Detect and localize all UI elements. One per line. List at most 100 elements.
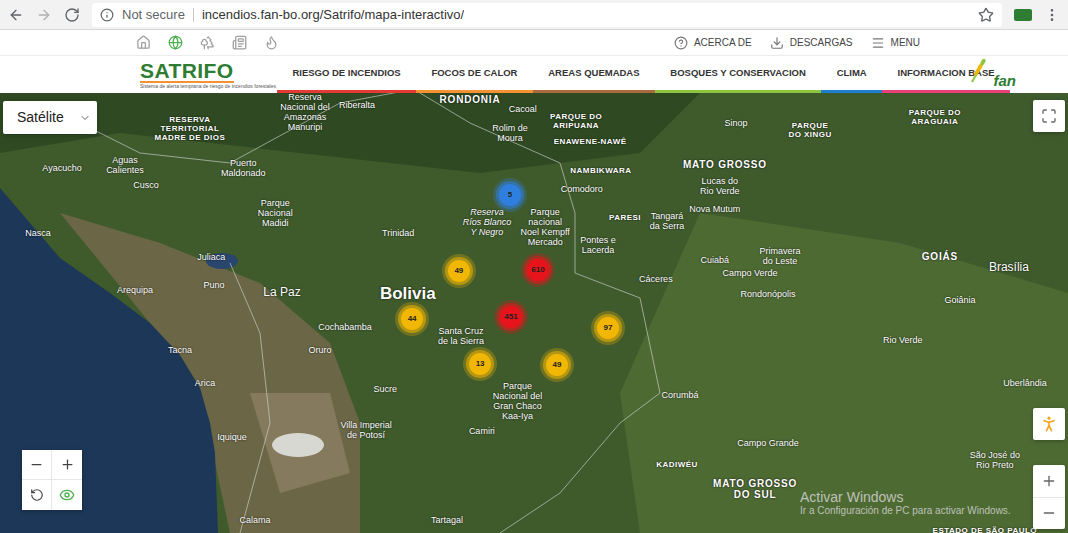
- topbar-link[interactable]: DESCARGAS: [770, 35, 853, 50]
- tool-reset[interactable]: [22, 480, 52, 510]
- map-label: Nasca: [25, 228, 51, 238]
- address-bar[interactable]: Not secure incendios.fan-bo.org/Satrifo/m…: [92, 3, 1002, 27]
- forward-icon[interactable]: [36, 7, 52, 23]
- map-label: Villa Imperial de Potosí: [340, 420, 391, 440]
- extension-icon[interactable]: [1014, 9, 1032, 21]
- nav-item[interactable]: RIESGO DE INCENDIOS: [277, 56, 416, 93]
- news-icon[interactable]: [232, 35, 247, 50]
- bookmark-star-icon[interactable]: [978, 7, 994, 23]
- map-label: Campo Verde: [723, 268, 778, 278]
- map-label: Comodoro: [561, 184, 603, 194]
- map-label: Rio Verde: [883, 335, 923, 345]
- minus-icon: [29, 457, 44, 472]
- topbar-link[interactable]: MENU: [871, 35, 920, 50]
- home-icon[interactable]: [136, 35, 151, 50]
- map-label: Santa Cruz de la Sierra: [438, 326, 484, 346]
- map-label: Goiânia: [945, 295, 976, 305]
- globe-icon[interactable]: [168, 35, 183, 50]
- map-label: Tacna: [168, 345, 192, 355]
- fire-cluster-marker[interactable]: 97: [597, 317, 619, 339]
- security-label: Not secure: [122, 5, 185, 25]
- map-label: NAMBIKWARA: [570, 165, 631, 174]
- satrifo-logo[interactable]: SATRIFOSistema de alerta temprana de rie…: [140, 56, 236, 93]
- map-label: PARQUE DO ARIPUANA: [550, 112, 602, 130]
- zoom-out-button[interactable]: [1033, 498, 1065, 530]
- fire-cluster-marker[interactable]: 5: [499, 184, 521, 206]
- map-label: Pontes e Lacerda: [580, 235, 616, 255]
- forest-icon[interactable]: [200, 35, 215, 50]
- site-topbar: ACERCA DE DESCARGAS MENU: [0, 30, 1068, 56]
- map-label: MATO GROSSO: [683, 159, 767, 170]
- map-label: Riberalta: [339, 100, 375, 110]
- reload-icon[interactable]: [64, 7, 80, 23]
- map-label: PARQUE DO XINGU: [788, 121, 831, 139]
- tool-visibility[interactable]: [52, 480, 82, 510]
- plus-icon: [60, 457, 75, 472]
- topbar-link[interactable]: ACERCA DE: [674, 35, 752, 50]
- map-label: Campo Grande: [737, 438, 799, 448]
- map-label: Trinidad: [382, 228, 414, 238]
- info-icon[interactable]: [100, 8, 114, 22]
- zoom-in-button[interactable]: [1033, 465, 1065, 498]
- fire-cluster-marker[interactable]: 44: [401, 308, 423, 330]
- eye-icon: [59, 487, 75, 503]
- layer-select[interactable]: Satélite: [3, 101, 97, 134]
- wheat-icon: [968, 58, 990, 84]
- fire-cluster-marker[interactable]: 610: [527, 259, 549, 281]
- fire-cluster-marker[interactable]: 451: [500, 306, 522, 328]
- map-label: Puno: [204, 280, 225, 290]
- fire-cluster-marker[interactable]: 13: [469, 353, 491, 375]
- nav-item[interactable]: BOSQUES Y CONSERVACION: [655, 56, 821, 93]
- fullscreen-button[interactable]: [1033, 100, 1065, 132]
- map-label: Tangará da Serra: [650, 211, 685, 231]
- map-label: RESERVA TERRITORIAL MADRE DE DIOS: [155, 114, 226, 141]
- nav-item[interactable]: INFORMACION BASE: [882, 56, 1010, 93]
- main-nav: RIESGO DE INCENDIOSFOCOS DE CALORAREAS Q…: [277, 56, 1010, 93]
- nav-item[interactable]: CLIMA: [821, 56, 882, 93]
- map-label: ENAWENE-NAWÊ: [554, 137, 627, 146]
- map-label: Iquique: [217, 432, 247, 442]
- pegman-icon: [1039, 413, 1059, 435]
- plus-icon: [1041, 473, 1057, 489]
- map-label: Sinop: [725, 118, 748, 128]
- dropdown-caret-icon: [79, 112, 91, 124]
- map-label: PARESI: [609, 212, 641, 221]
- map-label: Primavera do Leste: [759, 246, 800, 266]
- map-label: Arica: [195, 378, 216, 388]
- map-label: Parque nacional Noel Kempff Mercado: [520, 207, 569, 247]
- back-icon[interactable]: [8, 7, 24, 23]
- fire-icon[interactable]: [264, 35, 279, 50]
- fire-cluster-marker[interactable]: 49: [448, 260, 470, 282]
- tool-zoom-out[interactable]: [22, 450, 52, 480]
- map-label: Tartagal: [431, 515, 463, 525]
- url: incendios.fan-bo.org/Satrifo/mapa-intera…: [202, 5, 464, 25]
- minus-icon: [1041, 505, 1057, 521]
- interactive-map[interactable]: RESERVA TERRITORIAL MADRE DE DIOS Reserva…: [0, 93, 1068, 533]
- fan-logo[interactable]: fan: [966, 58, 1016, 88]
- map-label: Rolim de Moura: [492, 123, 528, 143]
- windows-watermark: Activar WindowsIr a Configuración de PC …: [800, 489, 1011, 517]
- street-view-button[interactable]: [1033, 408, 1065, 440]
- map-label: Juliaca: [197, 252, 225, 262]
- map-label: Corumbá: [661, 390, 698, 400]
- satellite-imagery: [0, 93, 1068, 533]
- zoom-control: [1033, 465, 1065, 529]
- map-label: Aguas Calientes: [106, 155, 144, 175]
- map-label: RONDONIA: [440, 94, 501, 105]
- tool-zoom-in[interactable]: [52, 450, 82, 480]
- nav-item[interactable]: AREAS QUEMADAS: [533, 56, 655, 93]
- map-label: Reserva Ríos Blanco Y Negro: [463, 207, 512, 237]
- map-label: Lucas do Rio Verde: [700, 176, 740, 196]
- nav-item[interactable]: FOCOS DE CALOR: [416, 56, 533, 93]
- map-label: Rondonópolis: [741, 289, 796, 299]
- map-label: Cusco: [133, 180, 159, 190]
- map-label: Brasília: [989, 260, 1029, 273]
- map-label: Bolivia: [380, 285, 436, 303]
- map-label: Uberlândia: [1003, 378, 1047, 388]
- menu-dots-icon[interactable]: [1044, 7, 1060, 23]
- map-label: Calama: [240, 515, 271, 525]
- map-label: KADIWÉU: [656, 460, 698, 469]
- map-label: Cacoal: [509, 104, 537, 114]
- topbar-link-icon: [871, 36, 885, 50]
- fire-cluster-marker[interactable]: 49: [546, 354, 568, 376]
